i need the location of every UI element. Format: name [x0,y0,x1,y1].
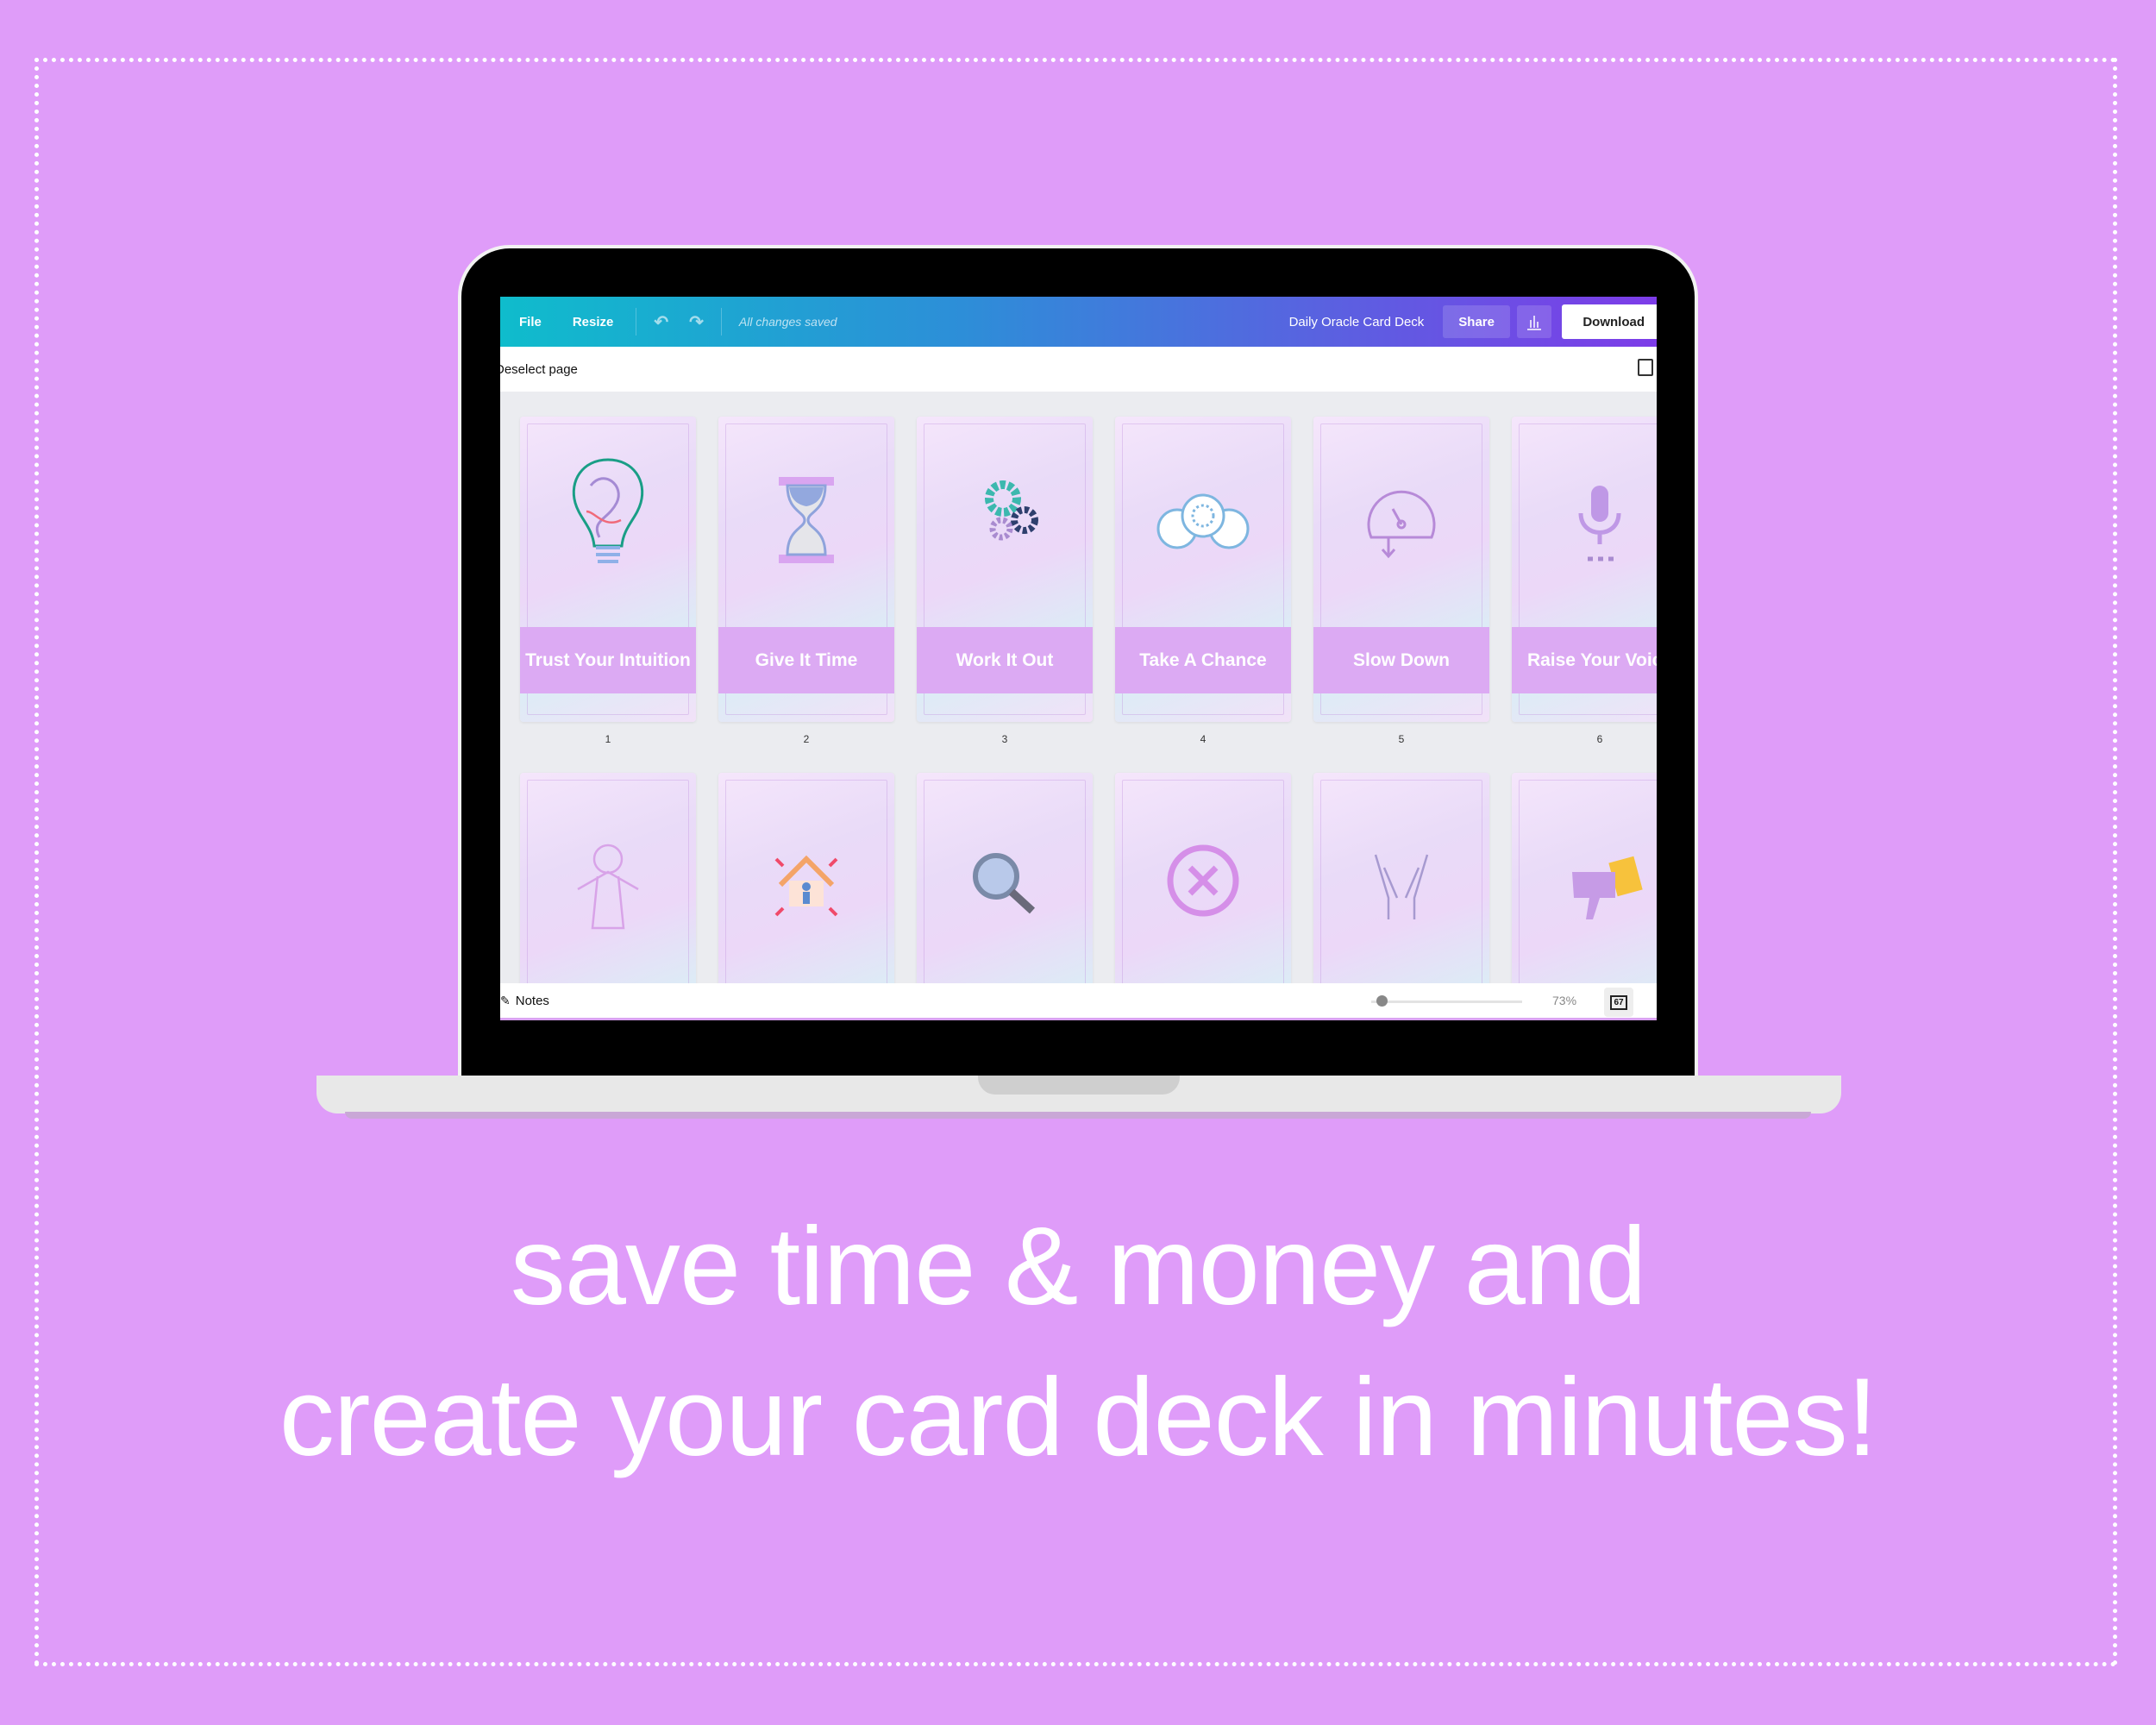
card-title: Give It Time [718,627,894,693]
page-toolbar: Deselect page [500,347,1657,392]
hourglass-icon [755,451,858,580]
undo-icon[interactable]: ↶ [643,297,679,347]
zoom-slider[interactable] [1371,1000,1522,1003]
laptop-base-shadow [345,1112,1811,1119]
deselect-page-button[interactable]: Deselect page [500,362,578,377]
praying-hands-icon [1350,807,1453,937]
share-button[interactable]: Share [1443,305,1510,338]
editor-screen: File Resize ↶ ↷ All changes saved Daily … [500,297,1657,1020]
microphone-icon [1548,451,1651,580]
insights-button[interactable] [1517,305,1551,338]
save-status: All changes saved [738,315,837,329]
bar-chart-icon [1527,316,1541,330]
cancel-circle-icon [1151,807,1255,937]
page-number: 5 [1398,733,1405,745]
card-title: Trust Your Intuition [520,627,696,693]
page-thumbnail[interactable]: Slow Down [1313,417,1489,722]
grid-view-button[interactable]: 67 [1604,988,1633,1017]
tagline-line-2: create your card deck in minutes! [279,1356,1877,1479]
speedometer-icon [1350,451,1453,580]
card-title: Raise Your Voice [1512,627,1657,693]
page-thumbnail[interactable]: Trust Your Intuition [520,417,696,722]
zoom-slider-handle[interactable] [1376,995,1388,1007]
tagline-line-1: save time & money and [510,1205,1647,1328]
jesus-figure-icon [556,807,660,937]
poker-chips-icon [1151,451,1255,580]
home-icon [755,807,858,937]
page-number: 4 [1200,733,1206,745]
zoom-level[interactable]: 73% [1552,994,1576,1007]
file-menu[interactable]: File [504,297,557,347]
page-thumbnail[interactable]: Raise Your Voice [1512,417,1657,722]
laptop-notch [978,1076,1180,1095]
page-thumbnail[interactable]: Work It Out [917,417,1093,722]
gears-icon [953,451,1056,580]
top-toolbar: File Resize ↶ ↷ All changes saved Daily … [500,297,1657,347]
download-label: Download [1583,314,1645,329]
resize-button[interactable]: Resize [557,297,630,347]
page-count: 67 [1610,994,1627,1010]
notes-icon[interactable]: ✎ [500,994,511,1008]
notes-button[interactable]: Notes [516,994,549,1008]
page-thumbnail[interactable]: Take A Chance [1115,417,1291,722]
thumbs-down-icon [1548,807,1651,937]
bottom-bar: ✎ Notes 73% 67 [500,983,1657,1020]
divider [720,308,722,336]
lightbulb-icon [556,451,660,580]
card-title: Take A Chance [1115,627,1291,693]
design-title[interactable]: Daily Oracle Card Deck [1289,315,1425,329]
page-number: 3 [1001,733,1008,745]
redo-icon[interactable]: ↷ [679,297,714,347]
magnifier-icon [953,807,1056,937]
page-number: 6 [1596,733,1603,745]
download-button[interactable]: Download [1562,304,1657,339]
add-page-icon[interactable] [1638,359,1653,376]
page-number: 1 [605,733,611,745]
page-number: 2 [803,733,810,745]
card-title: Slow Down [1313,627,1489,693]
page-thumbnail[interactable]: Give It Time [718,417,894,722]
card-title: Work It Out [917,627,1093,693]
